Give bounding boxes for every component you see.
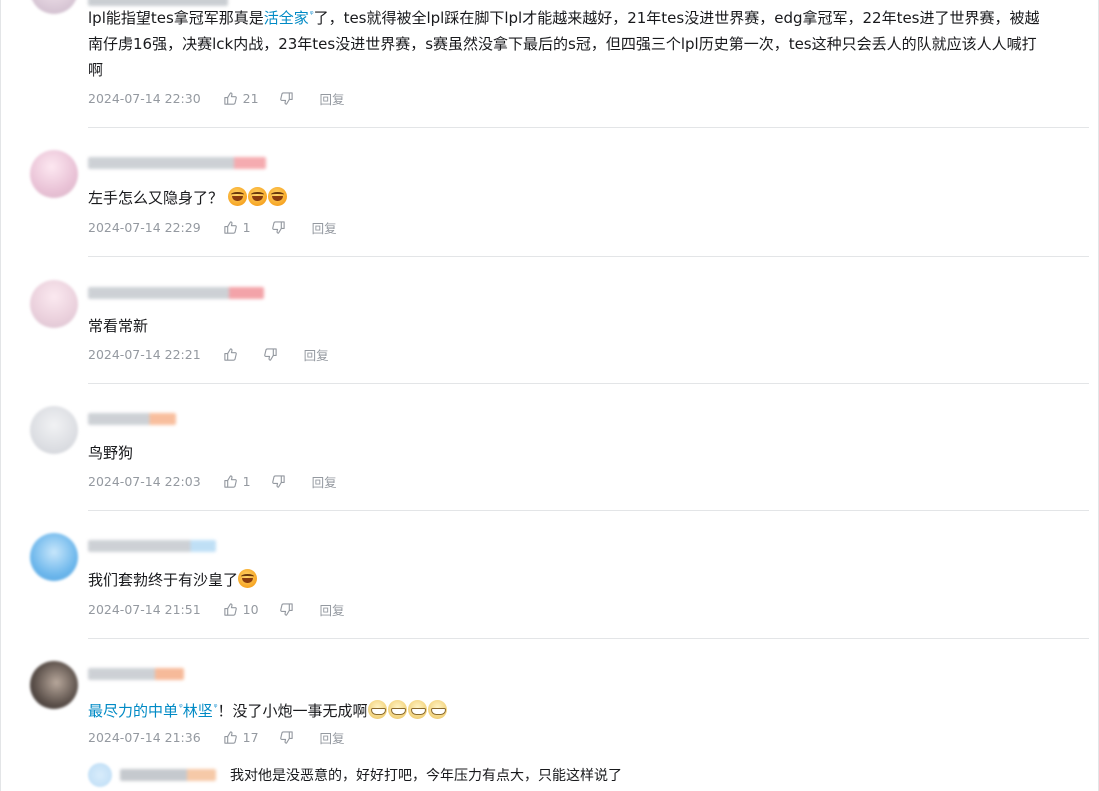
comment-text-body: 鸟野狗	[88, 444, 134, 462]
search-keyword-link[interactable]: 林坚	[183, 702, 213, 720]
dislike-button[interactable]	[263, 347, 278, 362]
like-count: 1	[242, 473, 251, 489]
like-button[interactable]: 21	[223, 91, 259, 106]
comment-time: 2024-07-14 22:30	[88, 90, 201, 106]
comment-time: 2024-07-14 21:51	[88, 601, 201, 617]
thumbs-up-icon	[223, 91, 237, 105]
thumbs-down-icon	[279, 730, 293, 744]
comment-divider	[88, 638, 1089, 639]
comment-meta: 2024-07-14 21:51 10 回复	[88, 600, 345, 618]
emoji-laugh-cry-icon	[247, 187, 267, 206]
like-count: 17	[242, 729, 259, 745]
thumbs-down-icon	[263, 347, 277, 361]
comment-divider	[88, 510, 1089, 511]
reply-button[interactable]: 回复	[312, 218, 337, 237]
thumbs-up-icon	[223, 220, 237, 234]
search-keyword-link[interactable]: 活全家	[264, 9, 309, 27]
reply-button[interactable]: 回复	[320, 600, 345, 619]
dislike-button[interactable]	[279, 602, 294, 617]
username[interactable]	[88, 668, 184, 680]
comment-meta: 2024-07-14 22:30 21 回复	[88, 89, 345, 107]
username[interactable]	[88, 413, 176, 425]
thumbs-up-icon	[223, 347, 237, 361]
comment-text-body: 左手怎么又隐身了？	[88, 189, 224, 207]
comment-text-body: 常看常新	[88, 317, 149, 335]
like-count: 10	[242, 601, 259, 617]
thumbs-down-icon	[271, 220, 285, 234]
thumbs-up-icon	[223, 730, 237, 744]
dislike-button[interactable]	[279, 730, 294, 745]
avatar[interactable]	[30, 0, 78, 14]
comment-text-body: 我们套勃终于有沙皇了	[88, 571, 239, 589]
avatar[interactable]	[30, 533, 78, 581]
emoji-laugh-cry-icon	[227, 187, 247, 206]
comment-text: 我们套勃终于有沙皇了	[88, 567, 1088, 593]
avatar[interactable]	[30, 661, 78, 709]
dislike-button[interactable]	[271, 220, 286, 235]
emoji-grin-icon	[367, 700, 387, 719]
comment-meta: 2024-07-14 22:21 回复	[88, 345, 329, 363]
comment-time: 2024-07-14 22:03	[88, 473, 201, 489]
like-button[interactable]	[223, 347, 243, 362]
emoji-laugh-cry-icon	[267, 187, 287, 206]
avatar[interactable]	[30, 280, 78, 328]
like-button[interactable]: 1	[223, 220, 251, 235]
username[interactable]	[88, 287, 264, 299]
comment-meta: 2024-07-14 21:36 17 回复	[88, 728, 345, 746]
reply-button[interactable]: 回复	[312, 472, 337, 491]
sub-reply-text: 我对他是没恶意的，好好打吧，今年压力有点大，只能这样说了	[230, 768, 622, 784]
comment-text-line3: 啊	[88, 61, 104, 79]
comment-divider	[88, 256, 1089, 257]
like-count: 21	[242, 90, 259, 106]
comment-text-line1-rest: 了，tes就得被全lpl踩在脚下lpl才能越来越好，21年tes没进世界赛，ed…	[313, 9, 1040, 27]
username[interactable]	[88, 540, 216, 552]
comment-text-body: ！没了小炮一事无成啊	[217, 702, 368, 720]
avatar[interactable]	[30, 150, 78, 198]
username[interactable]	[120, 769, 216, 781]
comment-time: 2024-07-14 22:29	[88, 219, 201, 235]
sub-reply-item: 我对他是没恶意的，好好打吧，今年压力有点大，只能这样说了	[88, 762, 622, 788]
emoji-grin-icon	[387, 700, 407, 719]
comment-time: 2024-07-14 21:36	[88, 729, 201, 745]
comment-text: 最尽力的中单ᵠ林坚ᵠ！没了小炮一事无成啊	[88, 695, 1088, 724]
emoji-grin-icon	[427, 700, 447, 719]
thumbs-down-icon	[279, 91, 293, 105]
comment-text-line2: 南仔虏16强，决赛lck内战，23年tes没进世界赛，s赛虽然没拿下最后的s冠，…	[88, 35, 1037, 53]
comment-time: 2024-07-14 22:21	[88, 346, 201, 362]
search-keyword-link[interactable]: 最尽力的中单	[88, 702, 178, 720]
comment-meta: 2024-07-14 22:29 1 回复	[88, 218, 337, 236]
thumbs-down-icon	[279, 602, 293, 616]
dislike-button[interactable]	[271, 474, 286, 489]
dislike-button[interactable]	[279, 91, 294, 106]
reply-button[interactable]: 回复	[320, 89, 345, 108]
comment-text: 常看常新	[88, 313, 1088, 339]
comment-divider	[88, 383, 1089, 384]
like-button[interactable]: 10	[223, 602, 259, 617]
like-button[interactable]: 1	[223, 474, 251, 489]
comment-meta: 2024-07-14 22:03 1 回复	[88, 472, 337, 490]
emoji-grin-icon	[407, 700, 427, 719]
like-count: 1	[242, 219, 251, 235]
thumbs-up-icon	[223, 602, 237, 616]
frame-left-border	[0, 0, 1, 791]
comment-text-prefix: lpl能指望tes拿冠军那真是	[88, 9, 264, 27]
thumbs-up-icon	[223, 474, 237, 488]
emoji-laugh-icon	[238, 569, 258, 588]
username[interactable]	[88, 157, 266, 169]
thumbs-down-icon	[271, 474, 285, 488]
comment-text: lpl能指望tes拿冠军那真是活全家ᵠ了，tes就得被全lpl踩在脚下lpl才能…	[88, 2, 1088, 83]
avatar[interactable]	[30, 406, 78, 454]
comment-text: 鸟野狗	[88, 440, 1088, 466]
avatar[interactable]	[88, 763, 112, 787]
comment-divider	[88, 127, 1089, 128]
reply-button[interactable]: 回复	[320, 728, 345, 747]
comment-text: 左手怎么又隐身了？	[88, 185, 1088, 211]
reply-button[interactable]: 回复	[304, 345, 329, 364]
like-button[interactable]: 17	[223, 730, 259, 745]
